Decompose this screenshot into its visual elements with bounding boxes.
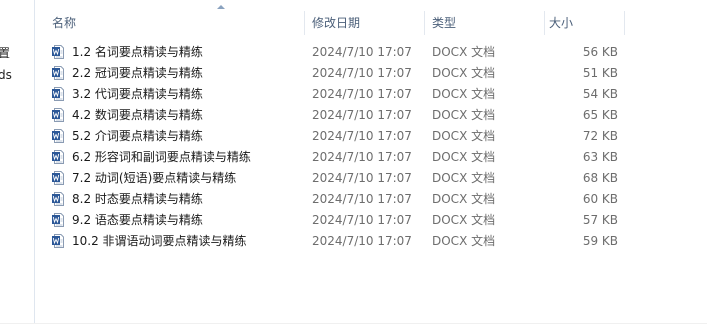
navigation-pane: 置 ds [0,0,35,324]
file-date-modified: 2024/7/10 17:07 [312,213,412,227]
file-size: 68 KB [582,171,618,185]
file-date-modified: 2024/7/10 17:07 [312,45,412,59]
file-list: 1.2 名词要点精读与精练 2024/7/10 17:07 DOCX 文档 56 KB… [46,42,666,252]
file-name: 8.2 时态要点精读与精练 [72,192,203,206]
file-size: 63 KB [582,150,618,164]
file-type: DOCX 文档 [432,213,496,227]
explorer-window: 置 ds 名称 修改日期 类型 大小 1.2 名词要点精读与精练 2024/7/1… [0,0,707,324]
file-size: 56 KB [582,45,618,59]
word-doc-icon [52,87,64,101]
word-doc-icon [52,171,64,185]
file-name: 1.2 名词要点精读与精练 [72,45,203,59]
file-type: DOCX 文档 [432,87,496,101]
word-doc-icon [52,192,64,206]
word-doc-icon [52,150,64,164]
file-row[interactable]: 9.2 语态要点精读与精练 2024/7/10 17:07 DOCX 文档 57 KB [46,210,666,231]
file-date-modified: 2024/7/10 17:07 [312,150,412,164]
file-type: DOCX 文档 [432,129,496,143]
nav-item-settings[interactable]: 置 [0,43,10,63]
file-type: DOCX 文档 [432,66,496,80]
file-name: 7.2 动词(短语)要点精读与精练 [72,171,237,185]
file-size: 57 KB [582,213,618,227]
column-header-size[interactable]: 大小 [545,11,625,35]
column-header-name[interactable]: 名称 [46,11,305,35]
file-size: 60 KB [582,192,618,206]
file-row[interactable]: 1.2 名词要点精读与精练 2024/7/10 17:07 DOCX 文档 56 KB [46,42,666,63]
word-doc-icon [52,45,64,59]
file-date-modified: 2024/7/10 17:07 [312,171,412,185]
file-size: 59 KB [582,234,618,248]
column-header-bar: 名称 修改日期 类型 大小 [46,5,666,35]
file-name: 6.2 形容词和副词要点精读与精练 [72,150,251,164]
file-size: 51 KB [582,66,618,80]
file-type: DOCX 文档 [432,45,496,59]
file-row[interactable]: 10.2 非谓语动词要点精读与精练 2024/7/10 17:07 DOCX 文档 5… [46,231,666,252]
file-date-modified: 2024/7/10 17:07 [312,108,412,122]
file-type: DOCX 文档 [432,171,496,185]
file-row[interactable]: 4.2 数词要点精读与精练 2024/7/10 17:07 DOCX 文档 65 KB [46,105,666,126]
file-date-modified: 2024/7/10 17:07 [312,87,412,101]
column-header-date-modified[interactable]: 修改日期 [305,11,425,35]
file-row[interactable]: 7.2 动词(短语)要点精读与精练 2024/7/10 17:07 DOCX 文档 6… [46,168,666,189]
file-type: DOCX 文档 [432,108,496,122]
file-name: 3.2 代词要点精读与精练 [72,87,203,101]
file-name: 2.2 冠词要点精读与精练 [72,66,203,80]
file-name: 4.2 数词要点精读与精练 [72,108,203,122]
file-size: 72 KB [582,129,618,143]
file-size: 65 KB [582,108,618,122]
file-size: 54 KB [582,87,618,101]
file-date-modified: 2024/7/10 17:07 [312,66,412,80]
word-doc-icon [52,213,64,227]
file-row[interactable]: 3.2 代词要点精读与精练 2024/7/10 17:07 DOCX 文档 54 KB [46,84,666,105]
file-date-modified: 2024/7/10 17:07 [312,192,412,206]
sort-ascending-icon [217,5,225,9]
file-row[interactable]: 2.2 冠词要点精读与精练 2024/7/10 17:07 DOCX 文档 51 KB [46,63,666,84]
file-row[interactable]: 5.2 介词要点精读与精练 2024/7/10 17:07 DOCX 文档 72 KB [46,126,666,147]
word-doc-icon [52,66,64,80]
file-name: 10.2 非谓语动词要点精读与精练 [72,234,247,248]
column-header-type[interactable]: 类型 [425,11,545,35]
file-type: DOCX 文档 [432,234,496,248]
file-type: DOCX 文档 [432,150,496,164]
file-name: 9.2 语态要点精读与精练 [72,213,203,227]
file-date-modified: 2024/7/10 17:07 [312,234,412,248]
file-row[interactable]: 6.2 形容词和副词要点精读与精练 2024/7/10 17:07 DOCX 文档 6… [46,147,666,168]
nav-item-downloads[interactable]: ds [0,65,12,85]
file-row[interactable]: 8.2 时态要点精读与精练 2024/7/10 17:07 DOCX 文档 60 KB [46,189,666,210]
file-type: DOCX 文档 [432,192,496,206]
word-doc-icon [52,108,64,122]
file-name: 5.2 介词要点精读与精练 [72,129,203,143]
word-doc-icon [52,129,64,143]
word-doc-icon [52,234,64,248]
file-date-modified: 2024/7/10 17:07 [312,129,412,143]
